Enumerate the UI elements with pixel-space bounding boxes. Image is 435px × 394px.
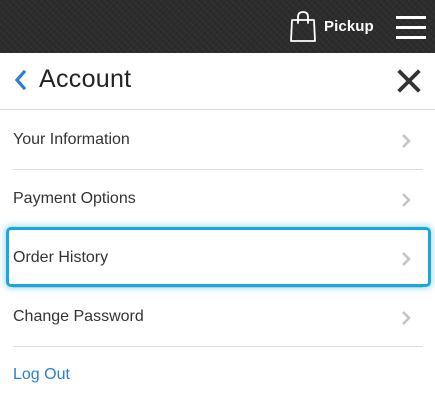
menu-item-change-password[interactable]: Change Password [0,288,423,347]
pickup-label: Pickup [324,17,374,35]
chevron-right-icon [402,311,411,325]
menu-item-payment-options[interactable]: Payment Options [0,170,423,229]
page-title: Account [39,65,132,93]
menu-item-your-information[interactable]: Your Information [0,111,423,170]
pickup-button[interactable]: Pickup [288,8,374,44]
top-header: Pickup [0,0,435,53]
menu-item-label: Order History [13,249,109,266]
chevron-right-icon [402,193,411,207]
close-icon[interactable] [396,68,422,94]
shopping-bag-icon [290,11,316,42]
menu-item-label: Your Information [13,131,130,148]
account-panel: Account Your Information Payment Options… [0,53,435,394]
menu-item-label: Payment Options [13,190,136,207]
logout-link[interactable]: Log Out [13,366,70,384]
chevron-right-icon [402,252,411,266]
divider [13,346,423,347]
chevron-right-icon [402,134,411,148]
chevron-left-icon[interactable] [10,67,32,93]
app-page: Pickup Account Your Information Payment … [0,0,435,394]
account-header: Account [0,53,435,110]
menu-item-label: Change Password [13,308,144,325]
hamburger-menu-icon[interactable] [393,13,429,43]
menu-item-order-history[interactable]: Order History [0,229,423,288]
